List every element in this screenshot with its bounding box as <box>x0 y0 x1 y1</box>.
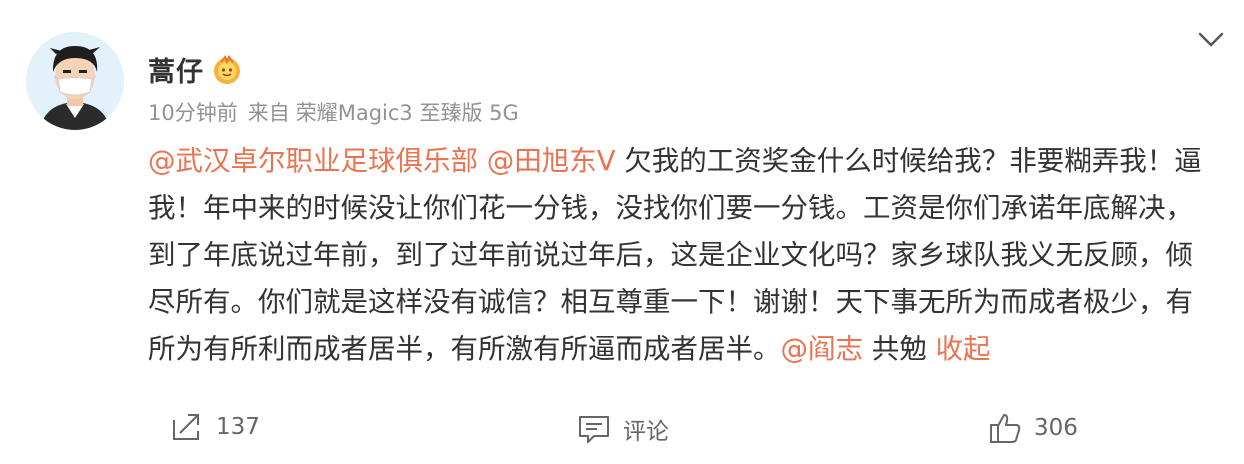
comment-button[interactable]: 评论 <box>577 412 669 446</box>
chevron-down-icon[interactable] <box>1196 27 1226 53</box>
content-line: 我！年中来的时候没让你们花一分钱，没找你们要一分钱。工资是你们承诺年底解决， <box>148 192 1193 224</box>
content-line: 到了年底说过年前，到了过年前说过年后，这是企业文化吗？家乡球队我义无反顾，倾 <box>148 239 1193 271</box>
post-meta: 10分钟前 来自 荣耀Magic3 至臻版 5G <box>148 97 529 127</box>
repost-icon <box>170 412 204 442</box>
username[interactable]: 蒿仔 <box>148 50 204 89</box>
comment-label: 评论 <box>623 419 669 445</box>
collapse-link[interactable]: 收起 <box>935 333 990 365</box>
mention-link[interactable]: @武汉卓尔职业足球俱乐部 <box>148 145 478 177</box>
comment-icon <box>577 414 611 444</box>
user-badge-icon[interactable] <box>212 55 242 85</box>
repost-count: 137 <box>216 414 260 440</box>
action-bar: 137 评论 306 <box>0 402 1244 454</box>
avatar[interactable] <box>26 32 124 130</box>
content-text: 欠我的工资奖金什么时候给我？非要糊弄我！逼 <box>615 145 1202 177</box>
thumbs-up-icon <box>988 412 1022 444</box>
like-button[interactable]: 306 <box>988 412 1078 444</box>
content-line: 所为有所利而成者居半，有所激有所逼而成者居半。@阎志 共勉 收起 <box>148 326 1218 373</box>
content-text: 所为有所利而成者居半，有所激有所逼而成者居半。 <box>148 333 781 365</box>
source-device[interactable]: 荣耀Magic3 至臻版 5G <box>296 101 519 125</box>
repost-button[interactable]: 137 <box>170 412 260 442</box>
post-time[interactable]: 10分钟前 <box>148 101 238 125</box>
content-line: 尽所有。你们就是这样没有诚信？相互尊重一下！谢谢！天下事无所为而成者极少，有 <box>148 286 1193 318</box>
content-text: 共勉 <box>863 333 936 365</box>
source-prefix: 来自 <box>247 101 290 125</box>
content-line: @武汉卓尔职业足球俱乐部 @田旭东V 欠我的工资奖金什么时候给我？非要糊弄我！逼 <box>148 138 1218 185</box>
mention-link[interactable]: @田旭东V <box>487 145 616 177</box>
post-content: @武汉卓尔职业足球俱乐部 @田旭东V 欠我的工资奖金什么时候给我？非要糊弄我！逼… <box>148 138 1218 373</box>
mention-link[interactable]: @阎志 <box>781 333 864 365</box>
like-count: 306 <box>1034 415 1078 441</box>
